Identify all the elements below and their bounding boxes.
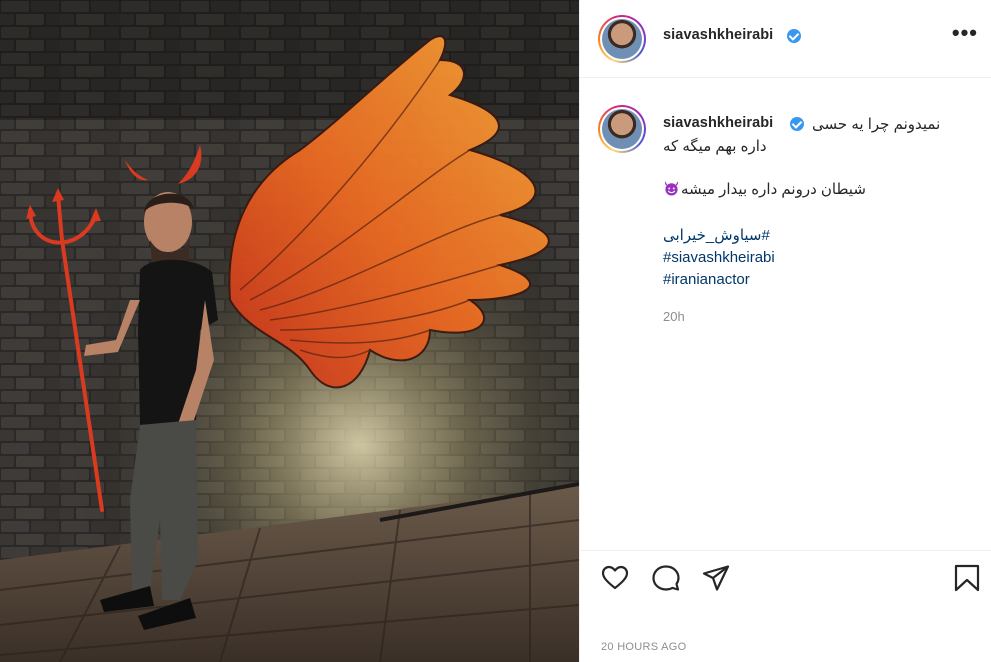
post-details-panel: siavashkheirabi ••• siavashkheirabi نمید… (579, 0, 991, 662)
post-timestamp[interactable]: 20 HOURS AGO (601, 641, 687, 653)
caption-verified-badge-icon (790, 117, 804, 131)
caption-author-username[interactable]: siavashkheirabi (663, 115, 773, 131)
post-header: siavashkheirabi ••• (580, 0, 991, 78)
caption-line-3-text: شیطان درونم داره بیدار میشه (681, 181, 866, 198)
share-paper-plane-icon[interactable] (701, 563, 731, 593)
post-photo[interactable] (0, 0, 579, 662)
hashtag-link[interactable]: #siavashkheirabi (663, 247, 775, 269)
action-bar (580, 550, 991, 602)
verified-badge-icon (787, 29, 801, 43)
caption-relative-time[interactable]: 20h (663, 309, 685, 324)
caption-line-3: شیطان درونم داره بیدار میشه (663, 180, 866, 198)
heart-icon[interactable] (600, 563, 630, 593)
smiling-devil-emoji-icon (664, 180, 679, 196)
hashtag-link[interactable]: #سیاوش_خیرابی (663, 225, 775, 247)
more-options-icon[interactable]: ••• (952, 22, 978, 44)
bookmark-icon[interactable] (952, 563, 982, 593)
hashtag-link[interactable]: #iranianactor (663, 269, 775, 291)
comment-icon[interactable] (651, 563, 681, 593)
caption-line-1: نمیدونم چرا یه حسی (812, 116, 941, 133)
author-avatar[interactable] (598, 15, 646, 63)
author-username[interactable]: siavashkheirabi (663, 27, 773, 43)
caption-line-2: داره بهم میگه که (663, 138, 767, 155)
caption-author-avatar[interactable] (598, 105, 646, 153)
hashtag-list: #سیاوش_خیرابی #siavashkheirabi #iraniana… (663, 225, 775, 291)
post-image (0, 0, 579, 662)
